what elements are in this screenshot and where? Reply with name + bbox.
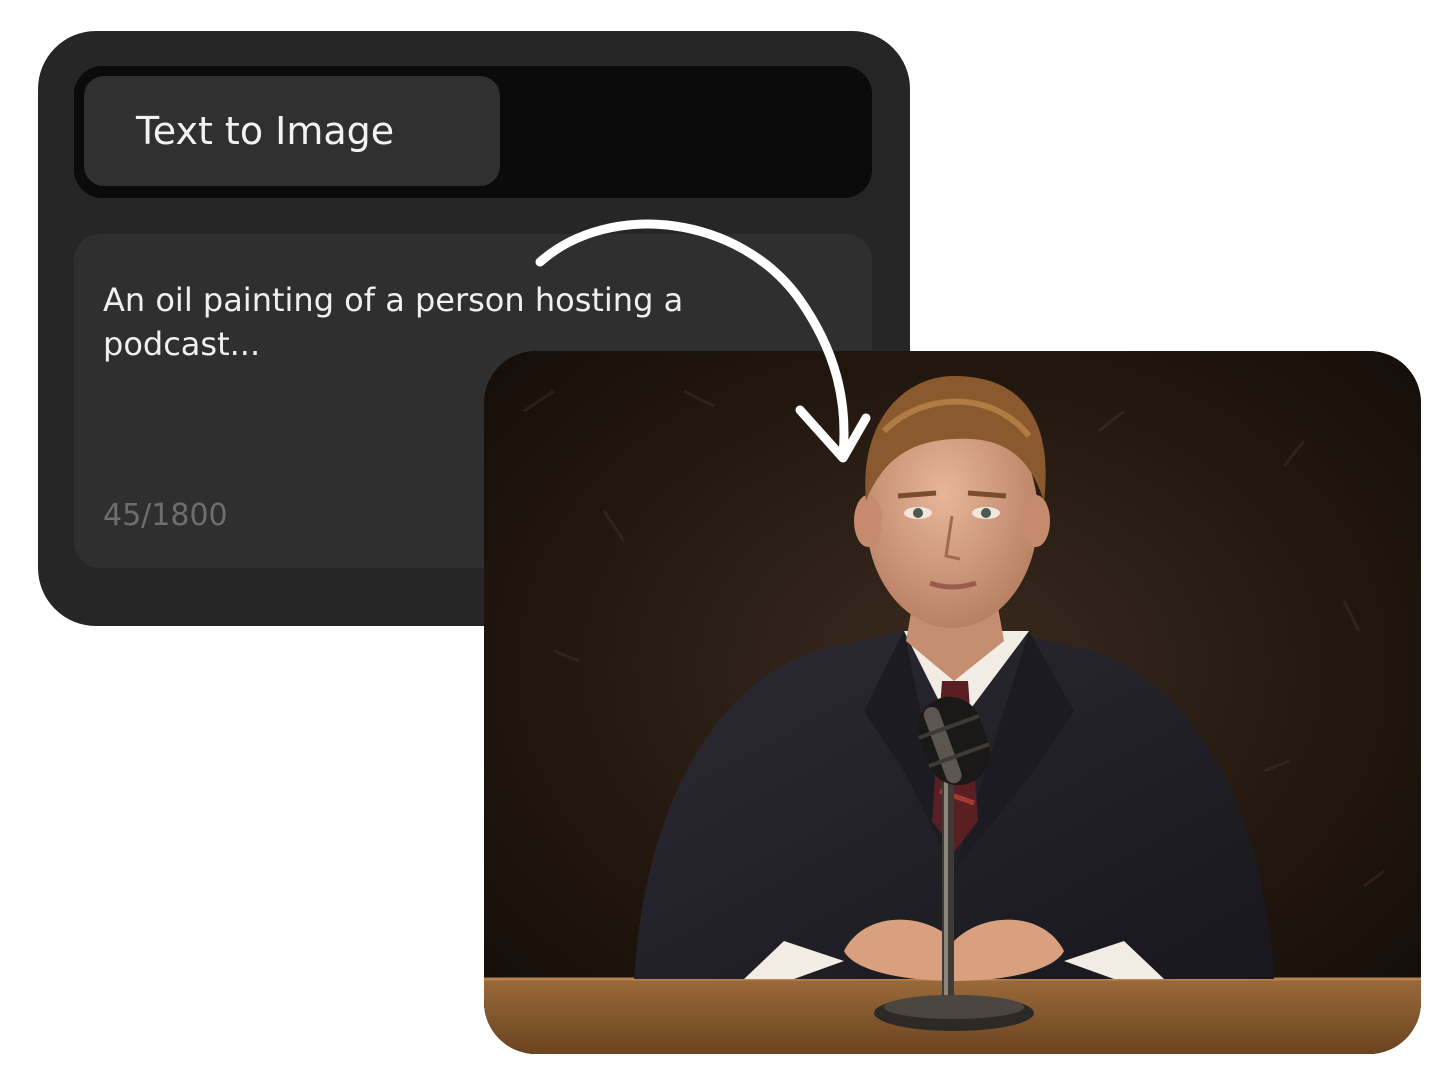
stage: Text to Image An oil painting of a perso… xyxy=(0,0,1440,1080)
mode-tab-bar: Text to Image xyxy=(74,66,872,198)
char-count: 45/1800 xyxy=(103,498,228,533)
tab-text-to-image[interactable]: Text to Image xyxy=(84,76,500,186)
tab-label: Text to Image xyxy=(136,109,395,153)
portrait-painting xyxy=(484,351,1421,1054)
generated-image xyxy=(484,351,1421,1054)
